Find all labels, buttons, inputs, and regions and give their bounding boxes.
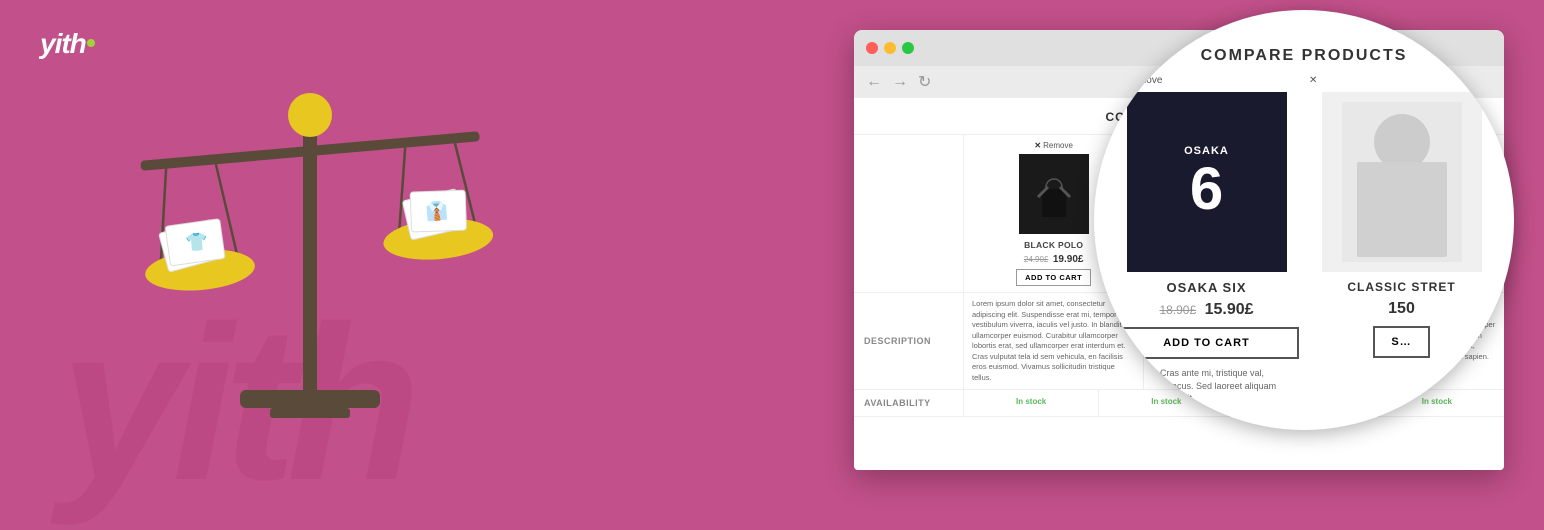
fourth-availability: In stock	[1422, 397, 1452, 406]
zoom-classic-image	[1322, 92, 1482, 272]
scale-pole	[303, 120, 317, 400]
black-polo-image	[1019, 154, 1089, 234]
right-card-icon: 👔	[425, 199, 449, 222]
products-label	[854, 135, 964, 292]
scale-svg: 👕 👔	[60, 60, 560, 460]
logo-text: yith	[40, 28, 86, 59]
reload-icon[interactable]: ↻	[918, 72, 931, 92]
osaka-availability: In stock	[1151, 397, 1181, 406]
zoom-osaka-add-to-cart[interactable]: ADD TO CART	[1114, 327, 1299, 359]
minimize-dot[interactable]	[884, 42, 896, 54]
zoom-osaka-image: OSAKA 6	[1127, 92, 1287, 272]
left-card-icon: 👕	[185, 231, 209, 253]
zoom-osaka-price: 18.90£ 15.90£	[1114, 301, 1299, 319]
back-arrow-icon[interactable]: ←	[866, 73, 882, 91]
zoom-products-row: ✕ Remove OSAKA 6 OSAKA SIX 18.90£ 15.90£…	[1114, 75, 1494, 405]
zoom-classic-price: 150	[1309, 300, 1494, 318]
zoom-osaka-name: OSAKA SIX	[1114, 280, 1299, 295]
yith-logo: yith	[40, 28, 95, 60]
maximize-dot[interactable]	[902, 42, 914, 54]
zoom-content: ↗ COMPARE PRODUCTS ✕ Remove OSAKA 6 OSAK…	[1094, 10, 1514, 430]
black-polo-add-to-cart[interactable]: ADD TO CART	[1016, 269, 1091, 286]
logo-dot	[87, 39, 95, 47]
zoom-classic-button[interactable]: S…	[1373, 326, 1429, 358]
black-polo-description: Lorem ipsum dolor sit amet, consectetur …	[972, 299, 1135, 383]
avail-black-polo: In stock	[964, 390, 1099, 416]
scale-base	[240, 390, 380, 408]
description-label: DESCRIPTION	[854, 293, 964, 389]
scale-illustration: 👕 👔	[60, 60, 560, 460]
zoom-circle: ↗ COMPARE PRODUCTS ✕ Remove OSAKA 6 OSAK…	[1094, 10, 1514, 430]
availability-label: AVAILABILITY	[854, 390, 964, 416]
close-dot[interactable]	[866, 42, 878, 54]
zoom-classic-name: CLASSIC STRET	[1309, 280, 1494, 294]
scale-top-ball	[288, 93, 332, 137]
black-polo-availability: In stock	[1016, 397, 1046, 406]
forward-arrow-icon[interactable]: →	[892, 73, 908, 91]
